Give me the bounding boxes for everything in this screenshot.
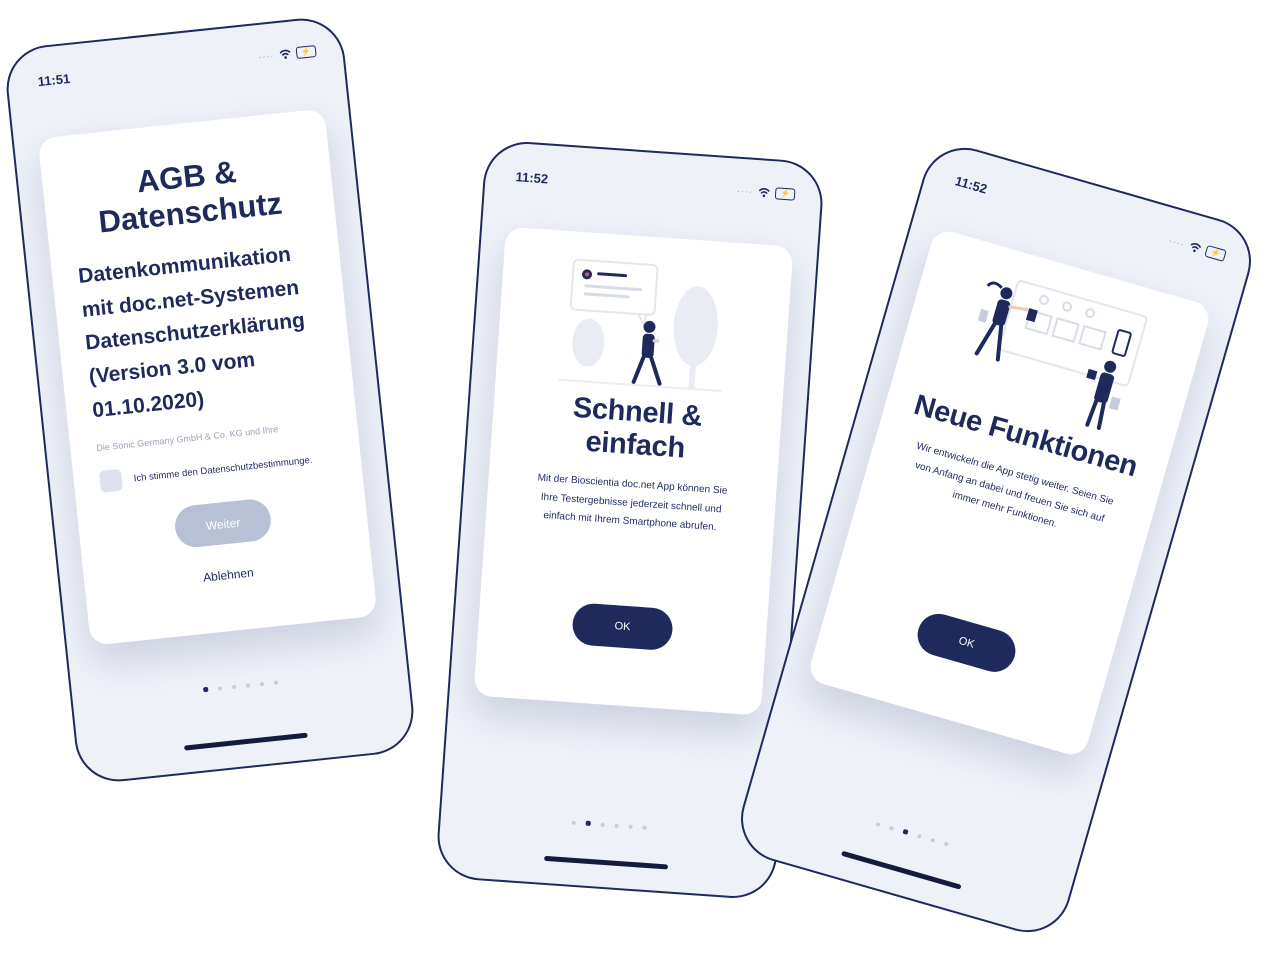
battery-charging-icon: ⚡ [295,45,317,60]
phone-agb: 11:51 ···· ⚡ AGB & Datenschutz Datenkomm… [2,14,418,786]
terms-card: AGB & Datenschutz Datenkommunikation mit… [37,108,378,646]
continue-button[interactable]: Weiter [173,497,273,550]
status-icons: ···· ⚡ [737,185,796,201]
consent-label: Ich stimme den Datenschutzbestimmunge. [133,454,313,485]
page-dot [641,825,647,830]
onboarding-card: Neue Funktionen Wir entwickeln die App s… [806,227,1213,759]
status-icons: ···· ⚡ [1168,234,1227,262]
card-title: AGB & Datenschutz [96,154,284,240]
illustration-person-chat [557,258,722,393]
page-indicator [441,811,776,839]
page-dot [600,822,605,827]
page-indicator [750,785,1074,882]
status-bar: 11:51 ···· ⚡ [4,16,344,107]
battery-charging-icon: ⚡ [774,187,796,201]
page-dot-active [585,820,591,826]
home-indicator[interactable] [183,732,308,751]
card-title: Schnell & einfach [571,391,704,465]
wifi-icon [758,188,770,198]
page-dot-active [901,828,909,835]
status-time: 11:52 [953,173,989,197]
signal-icon: ···· [1167,235,1187,250]
page-indicator [73,666,408,706]
card-body: Mit der Bioscientia doc.net App können S… [537,472,728,534]
page-dot [875,821,881,827]
page-dot [614,823,619,828]
page-dot [916,833,922,839]
privacy-policy-link[interactable]: Datenkommunikation mit doc.net-Systemen … [77,236,329,428]
page-dot-active [202,686,208,693]
onboarding-card: Schnell & einfach Mit der Bioscientia do… [473,226,794,716]
consent-checkbox[interactable] [98,468,124,494]
home-indicator[interactable] [841,850,962,890]
page-dot [943,840,949,846]
consent-row[interactable]: Ich stimme den Datenschutzbestimmunge. [98,447,336,494]
page-dot [217,685,222,691]
page-dot [628,824,633,829]
page-dot [571,820,576,825]
home-indicator[interactable] [544,855,669,870]
ok-button[interactable]: OK [571,602,674,652]
decline-link[interactable]: Ablehnen [110,556,346,595]
status-time: 11:52 [515,169,549,187]
page-dot [231,684,236,689]
page-dot [259,681,264,686]
status-icons: ···· ⚡ [258,45,317,63]
page-dot [273,680,278,685]
page-dot [888,825,894,831]
status-time: 11:51 [37,70,71,90]
battery-charging-icon: ⚡ [1204,244,1227,262]
status-bar: 11:52 ···· ⚡ [484,141,823,220]
signal-icon: ···· [736,185,754,197]
wifi-icon [1190,242,1202,253]
page-dot [245,682,250,688]
terms-intro-text: Die Sonic Germany GmbH & Co. KG und Ihre [95,424,279,454]
signal-icon: ···· [257,50,275,63]
ok-button[interactable]: OK [912,608,1021,677]
wifi-icon [279,49,291,59]
page-dot [929,837,935,843]
